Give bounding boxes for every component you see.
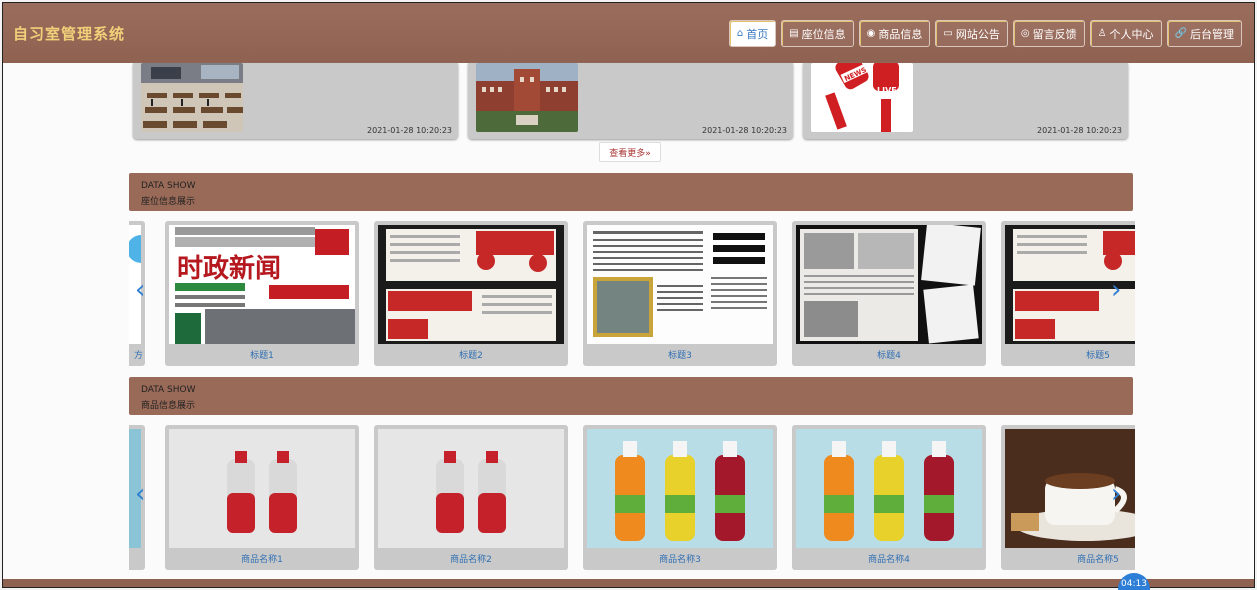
carousel-slide[interactable]: 商品名称4: [792, 425, 986, 570]
news-thumbnail-campus[interactable]: [476, 63, 578, 132]
slide-image-juice-bottles: [587, 429, 773, 548]
slide-image-red-bottles: [169, 429, 355, 548]
nav-admin-label: 后台管理: [1190, 27, 1234, 41]
news-card[interactable]: 2021-01-28 10:20:23: [133, 63, 458, 139]
live-badge-text: LIVE: [877, 86, 897, 95]
nav-seat-info[interactable]: ▤ 座位信息: [781, 20, 854, 47]
section-eyebrow: DATA SHOW: [141, 181, 196, 191]
seat-section-header: DATA SHOW 座位信息展示: [129, 173, 1133, 211]
slide-title: 标题5: [1086, 351, 1110, 361]
slide-title: 商品名称1: [241, 555, 283, 565]
news-time: 2021-01-28 10:20:23: [367, 126, 452, 135]
slide-title: 商品名称4: [868, 555, 910, 565]
news-thumbnail-classroom[interactable]: [141, 63, 243, 132]
carousel-slide[interactable]: 商品名称2: [374, 425, 568, 570]
carousel-slide[interactable]: 商品名称3: [583, 425, 777, 570]
nav-notice[interactable]: ▭ 网站公告: [935, 20, 1008, 47]
carousel-slide[interactable]: 时政新闻 标题1: [165, 221, 359, 366]
section-title: 商品信息展示: [141, 401, 196, 411]
news-time: 2021-01-28 10:20:23: [702, 126, 787, 135]
home-icon: ⌂: [736, 28, 744, 39]
slide-image-newspaper: [796, 225, 982, 344]
nav-seat-label: 座位信息: [801, 27, 846, 41]
main-nav: ⌂ 首页 ▤ 座位信息 ◉ 商品信息 ▭ 网站公告 ◎ 留言反馈 ♙ 个人中心: [728, 20, 1242, 47]
slide-title: 标题2: [459, 351, 483, 361]
chevron-left-icon[interactable]: ‹: [135, 275, 145, 305]
slide-title: 商品名称3: [659, 555, 701, 565]
slide-title: 标题1: [250, 351, 274, 361]
link-icon: 🔗: [1174, 28, 1187, 39]
nav-profile[interactable]: ♙ 个人中心: [1089, 20, 1162, 47]
carousel-slide[interactable]: 商品名称1: [165, 425, 359, 570]
page-frame: 自习室管理系统 ⌂ 首页 ▤ 座位信息 ◉ 商品信息 ▭ 网站公告 ◎ 留言反馈: [2, 2, 1255, 588]
goods-icon: ◉: [866, 28, 876, 39]
view-more-button[interactable]: 查看更多»: [599, 142, 661, 162]
nav-notice-label: 网站公告: [955, 27, 1000, 41]
slide-image-red-bottles: [378, 429, 564, 548]
slide-title: 标题3: [668, 351, 692, 361]
chevron-right-icon[interactable]: ›: [1111, 275, 1121, 305]
section-title: 座位信息展示: [141, 197, 196, 207]
slide-title: 标题4: [877, 351, 901, 361]
newspaper-headline: 时政新闻: [177, 253, 281, 284]
chevron-left-icon[interactable]: ‹: [135, 479, 145, 509]
slide-image-newspaper: [378, 225, 564, 344]
nav-home[interactable]: ⌂ 首页: [728, 20, 777, 47]
top-header: 自习室管理系统 ⌂ 首页 ▤ 座位信息 ◉ 商品信息 ▭ 网站公告 ◎ 留言反馈: [3, 3, 1254, 63]
footer-bar: [3, 579, 1254, 587]
goods-section-header: DATA SHOW 商品信息展示: [129, 377, 1133, 415]
nav-feedback[interactable]: ◎ 留言反馈: [1012, 20, 1085, 47]
carousel-slide[interactable]: 标题2: [374, 221, 568, 366]
notice-icon: ▭: [943, 28, 953, 39]
carousel-slide[interactable]: 标题4: [792, 221, 986, 366]
nav-feedback-label: 留言反馈: [1032, 27, 1077, 41]
news-list: 2021-01-28 10:20:23 2021-01-28 10:20:23: [133, 63, 1128, 139]
section-eyebrow: DATA SHOW: [141, 385, 196, 395]
slide-title: 方: [133, 351, 143, 361]
message-icon: ◎: [1020, 28, 1030, 39]
user-icon: ♙: [1097, 28, 1107, 39]
seat-carousel: 方 时政新闻 标题1 标题2 标题3 标题4 标题5 ‹ ›: [129, 221, 1135, 367]
news-card[interactable]: NEWS LIVE 2021-01-28 10:20:23: [803, 63, 1128, 139]
nav-admin[interactable]: 🔗 后台管理: [1166, 20, 1242, 47]
nav-profile-label: 个人中心: [1109, 27, 1154, 41]
slide-title: 商品名称5: [1077, 555, 1119, 565]
site-title: 自习室管理系统: [13, 24, 126, 43]
slide-title: 商品名称2: [450, 555, 492, 565]
slide-image-juice-bottles: [796, 429, 982, 548]
nav-goods-info[interactable]: ◉ 商品信息: [858, 20, 931, 47]
news-time: 2021-01-28 10:20:23: [1037, 126, 1122, 135]
nav-goods-label: 商品信息: [878, 27, 923, 41]
carousel-slide[interactable]: 标题3: [583, 221, 777, 366]
news-thumbnail-microphone[interactable]: NEWS LIVE: [811, 63, 913, 132]
nav-home-label: 首页: [746, 27, 769, 41]
chevron-right-icon[interactable]: ›: [1111, 479, 1121, 509]
slide-image-newspaper: [587, 225, 773, 344]
news-card[interactable]: 2021-01-28 10:20:23: [468, 63, 793, 139]
slide-image-newspaper: 时政新闻: [169, 225, 355, 344]
goods-carousel: 商品名称1 商品名称2 商品名称3 商品名称4 商品名称5 ‹ ›: [129, 425, 1135, 571]
seat-icon: ▤: [789, 28, 799, 39]
